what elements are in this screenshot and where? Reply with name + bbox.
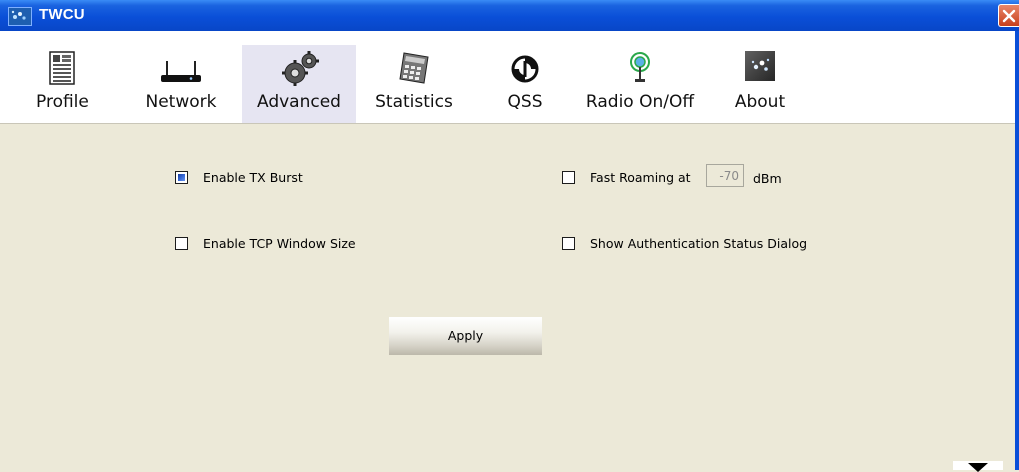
apply-button[interactable]: Apply <box>389 317 542 355</box>
fast-roaming-checkbox[interactable] <box>562 171 575 184</box>
window-border <box>1015 31 1019 470</box>
qss-icon <box>500 51 550 87</box>
tab-advanced-label: Advanced <box>257 92 341 112</box>
dbm-unit-label: dBm <box>753 171 782 186</box>
tcp-window-size-label: Enable TCP Window Size <box>203 236 356 251</box>
tab-about[interactable]: About <box>733 45 787 123</box>
close-icon <box>1002 9 1016 23</box>
scroll-down-arrow-icon[interactable] <box>953 461 1003 472</box>
about-icon <box>733 51 787 87</box>
auth-status-dialog-checkbox[interactable] <box>562 237 575 250</box>
fast-roaming-label: Fast Roaming at <box>590 170 691 185</box>
toolbar: Profile Network Advanced Statistics QSS … <box>0 31 1019 124</box>
document-icon <box>36 51 88 87</box>
calculator-icon <box>374 51 454 87</box>
fast-roaming-threshold-input[interactable] <box>706 164 744 187</box>
tab-network-label: Network <box>145 92 217 112</box>
tab-about-label: About <box>734 92 786 112</box>
tab-radio-on-off[interactable]: Radio On/Off <box>584 45 696 123</box>
advanced-panel: Enable TX Burst Fast Roaming at dBm Enab… <box>0 124 1019 472</box>
tab-qss-label: QSS <box>507 92 543 112</box>
tab-radio-on-off-label: Radio On/Off <box>585 92 695 112</box>
tab-statistics[interactable]: Statistics <box>374 45 454 123</box>
tab-network[interactable]: Network <box>143 45 219 123</box>
gears-icon <box>242 51 356 87</box>
auth-status-dialog-label: Show Authentication Status Dialog <box>590 236 808 251</box>
router-icon <box>143 51 219 87</box>
radio-antenna-icon <box>584 51 696 87</box>
tab-advanced[interactable]: Advanced <box>242 45 356 123</box>
tx-burst-checkbox[interactable] <box>175 171 188 184</box>
tx-burst-label: Enable TX Burst <box>203 170 303 185</box>
app-icon <box>8 7 32 26</box>
tab-profile[interactable]: Profile <box>36 45 89 123</box>
tab-qss[interactable]: QSS <box>500 45 550 123</box>
tab-profile-label: Profile <box>36 92 89 112</box>
tab-statistics-label: Statistics <box>375 92 453 112</box>
close-button[interactable] <box>998 4 1019 27</box>
title-bar: TWCU <box>0 0 1019 31</box>
window-title: TWCU <box>39 6 85 23</box>
tcp-window-size-checkbox[interactable] <box>175 237 188 250</box>
